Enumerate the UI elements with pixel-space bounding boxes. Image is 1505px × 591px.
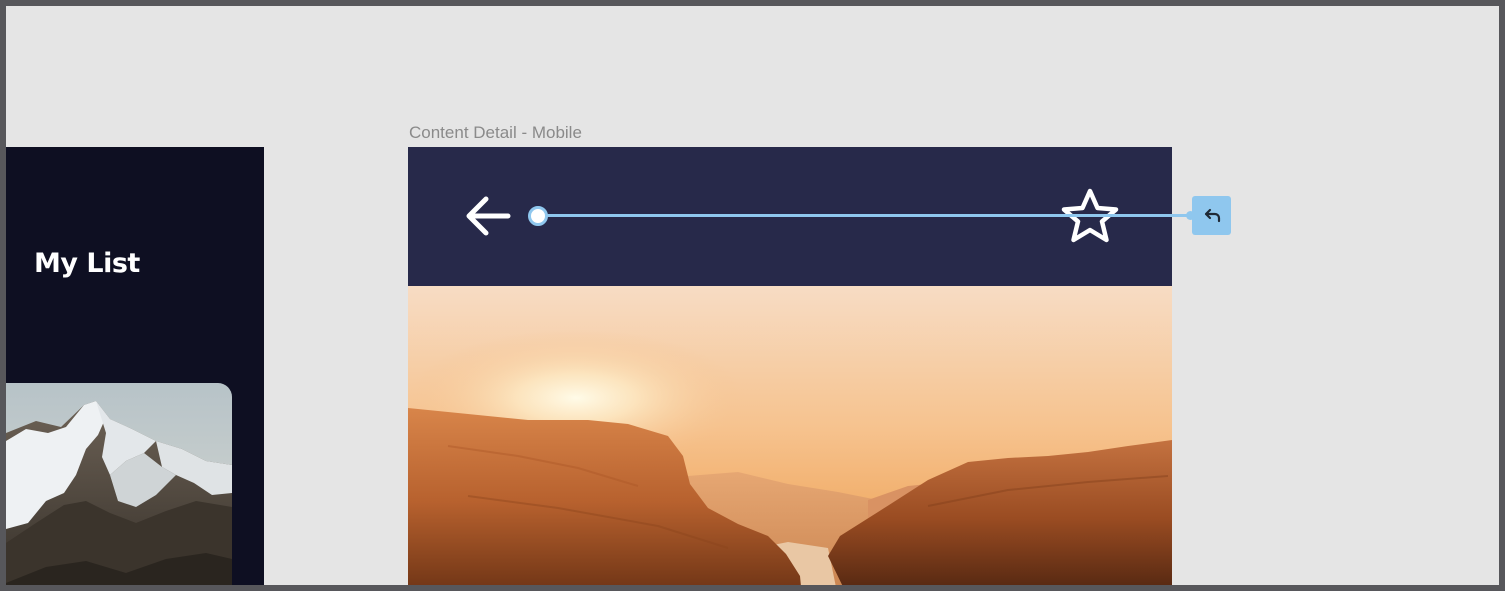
sunset-fjord-photo <box>408 286 1172 585</box>
mountain-photo <box>6 383 232 585</box>
arrow-left-icon <box>466 196 511 236</box>
my-list-frame[interactable]: My List <box>6 147 264 585</box>
content-detail-frame[interactable] <box>408 147 1172 585</box>
mountain-card[interactable] <box>6 383 232 585</box>
prototype-connection-handle[interactable] <box>528 206 548 226</box>
back-arrow-icon <box>1204 208 1220 222</box>
design-canvas[interactable]: My List Content Detail - Mobile <box>6 6 1499 585</box>
prototype-connection-line[interactable] <box>538 214 1195 217</box>
my-list-title: My List <box>34 248 140 279</box>
frame-label[interactable]: Content Detail - Mobile <box>409 123 582 143</box>
back-button[interactable] <box>460 192 516 240</box>
hero-image <box>408 286 1172 585</box>
back-action-badge[interactable] <box>1192 196 1231 235</box>
